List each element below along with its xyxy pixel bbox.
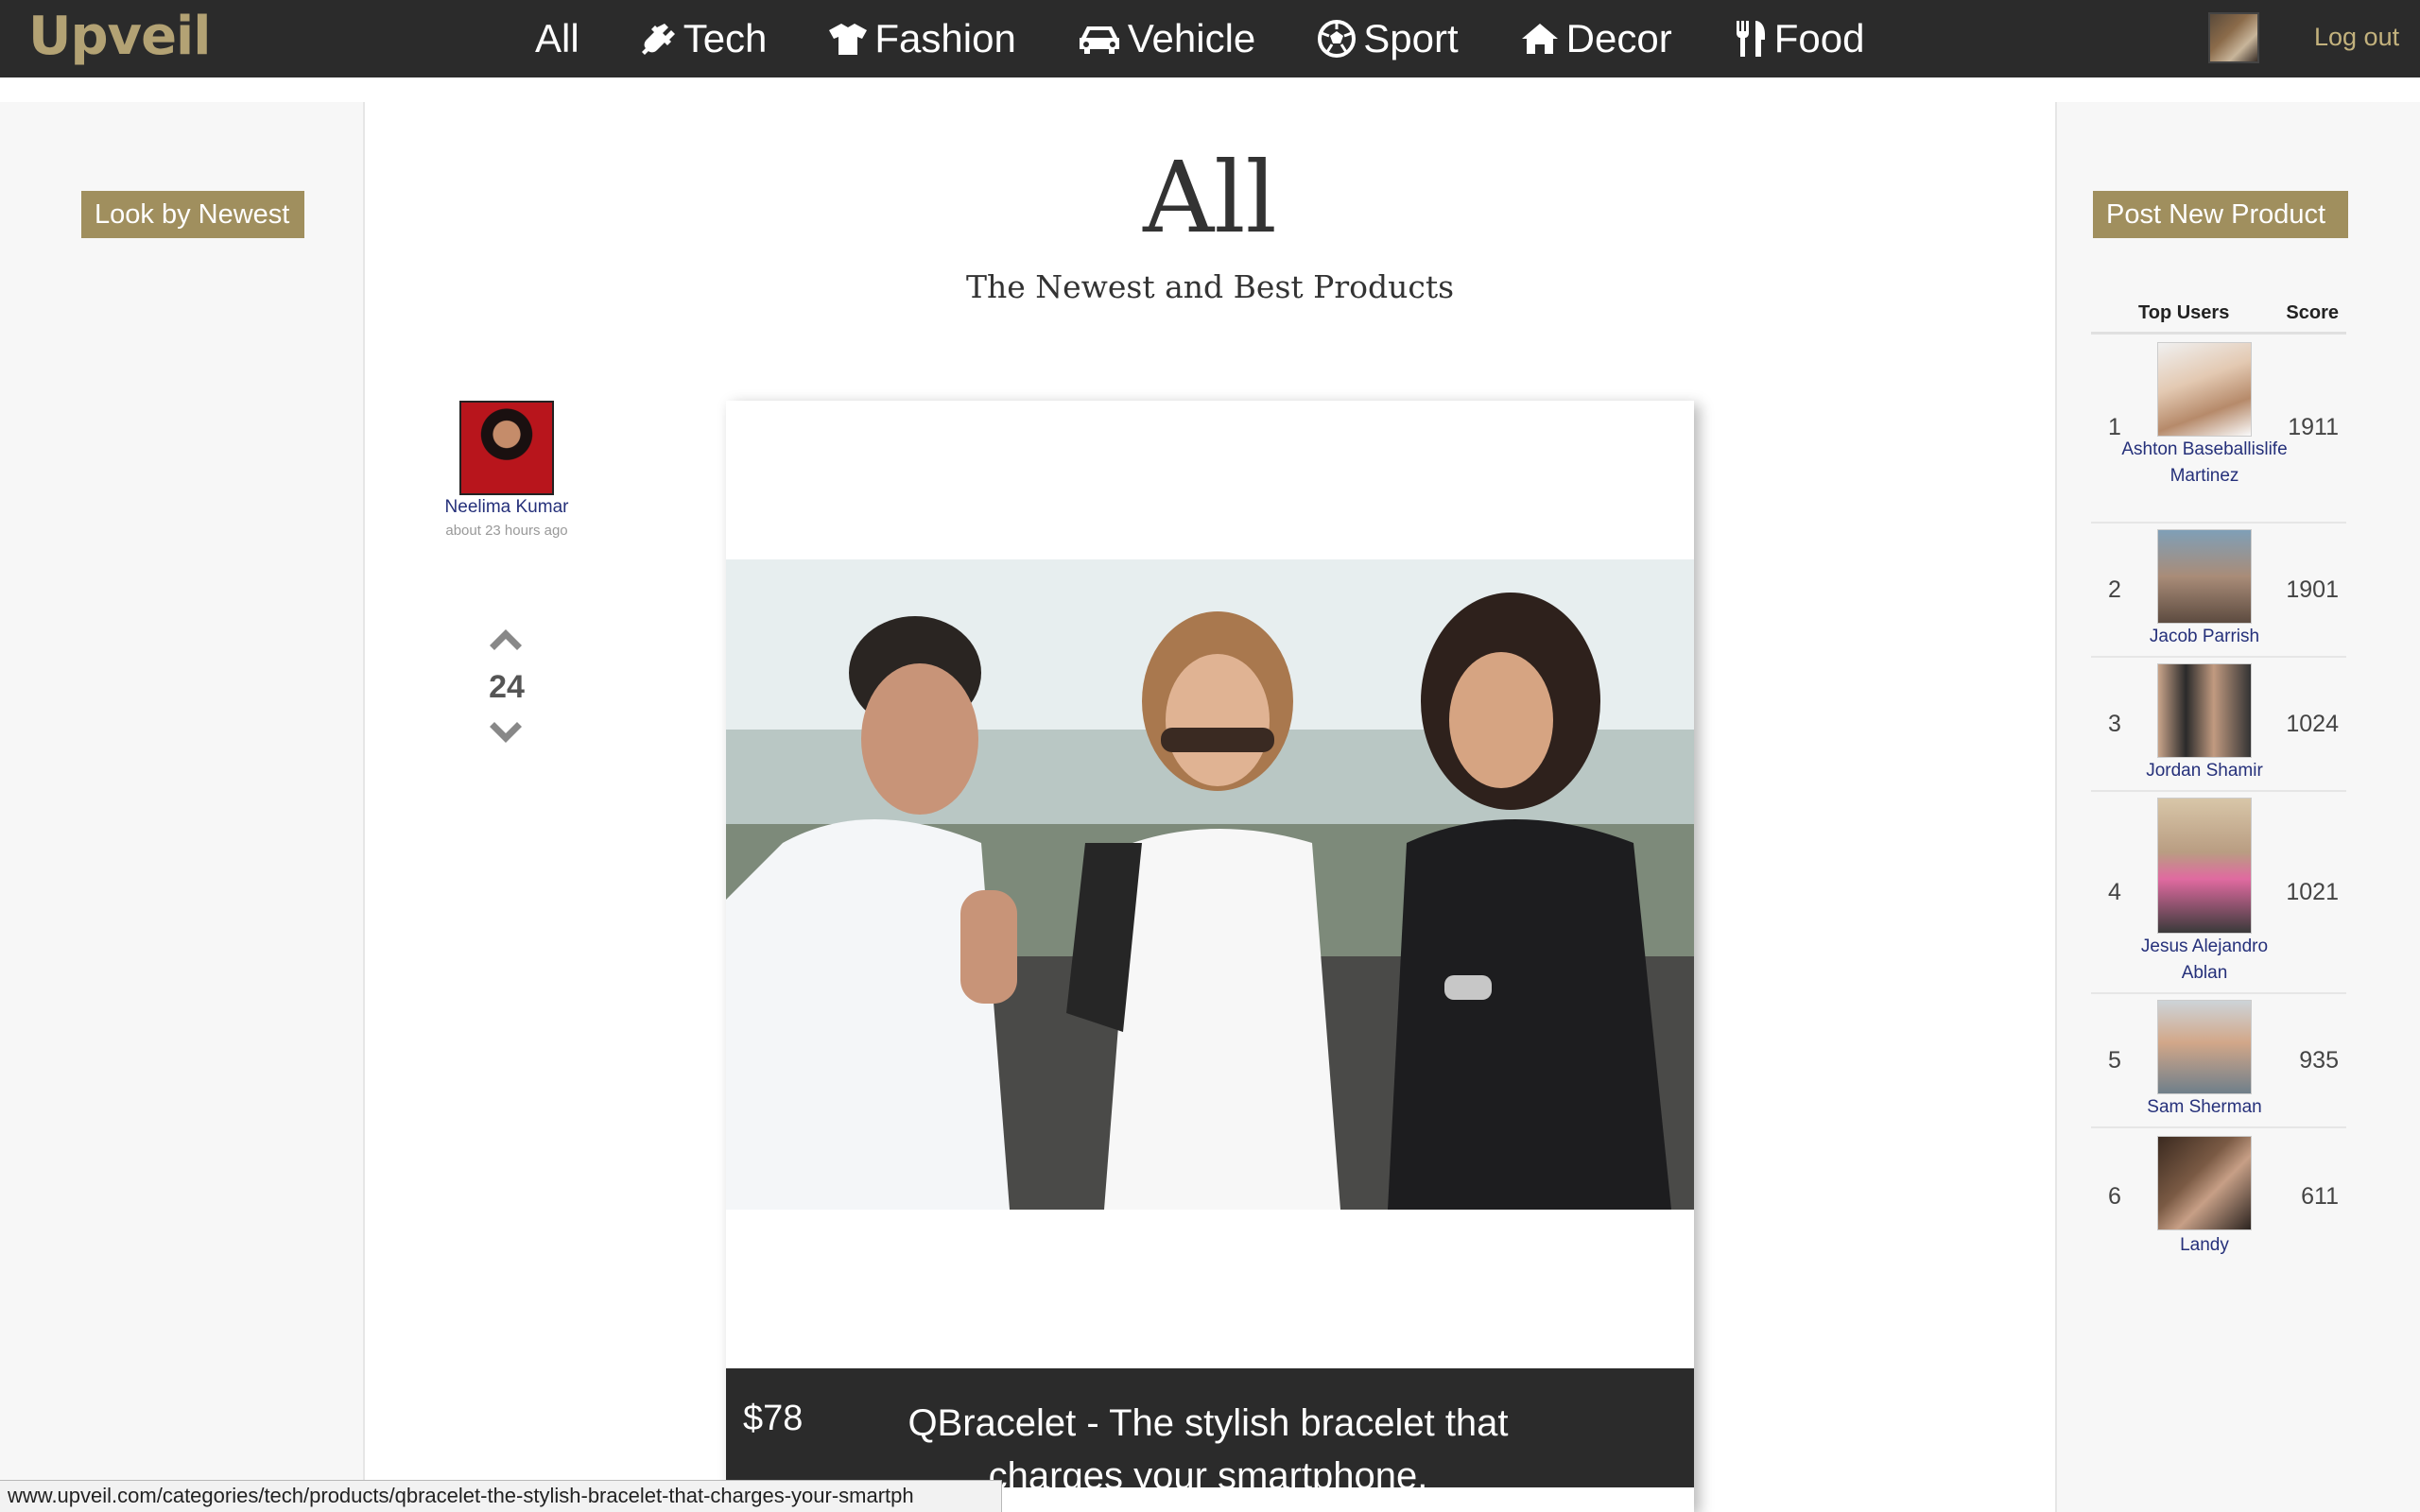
leaderboard-users-header: Top Users — [2138, 302, 2230, 323]
left-sidebar — [0, 102, 365, 1512]
downvote-chevron-icon[interactable] — [488, 718, 524, 745]
leaderboard-row: 5 Sam Sherman 935 — [2091, 994, 2346, 1128]
leaderboard-username[interactable]: Sam Sherman — [2119, 1094, 2290, 1121]
logout-link[interactable]: Log out — [2314, 23, 2399, 52]
leaderboard-score: 1024 — [2286, 711, 2339, 737]
nav-item-food[interactable]: Food — [1735, 16, 1865, 61]
leaderboard-username[interactable]: Jacob Parrish — [2119, 624, 2290, 650]
author-avatar[interactable] — [459, 401, 554, 495]
leaderboard-row: 6 Landy 611 — [2091, 1128, 2346, 1266]
leaderboard-username[interactable]: Landy — [2119, 1232, 2290, 1259]
nav-item-label: Fashion — [874, 16, 1016, 60]
top-navbar: Upveil All Tech Fashion Vehicle Sport De… — [0, 0, 2420, 77]
nav-item-label: Decor — [1565, 16, 1672, 60]
leaderboard-row: 1 Ashton Baseballislife Martinez 1911 — [2091, 336, 2346, 524]
leaderboard-row: 2 Jacob Parrish 1901 — [2091, 524, 2346, 658]
leaderboard-rank: 6 — [2108, 1183, 2121, 1210]
leaderboard-score-header: Score — [2286, 302, 2339, 323]
nav-item-label: All — [535, 16, 579, 60]
product-caption-bar[interactable]: $78 QBracelet - The stylish bracelet tha… — [726, 1368, 1694, 1497]
leaderboard-username[interactable]: Jordan Shamir — [2119, 758, 2290, 784]
soccer-ball-icon — [1318, 20, 1357, 58]
nav-item-label: Sport — [1363, 16, 1459, 60]
leaderboard-avatar[interactable] — [2157, 529, 2252, 624]
leaderboard-username[interactable]: Jesus Alejandro Ablan — [2119, 934, 2290, 987]
post-timestamp: about 23 hours ago — [445, 523, 568, 539]
leaderboard-row: 3 Jordan Shamir 1024 — [2091, 658, 2346, 792]
leaderboard-rank: 2 — [2108, 576, 2121, 603]
nav-item-fashion[interactable]: Fashion — [829, 16, 1016, 61]
leaderboard-avatar[interactable] — [2157, 1000, 2252, 1094]
upvote-chevron-icon[interactable] — [488, 627, 524, 654]
nav-item-vehicle[interactable]: Vehicle — [1079, 16, 1255, 61]
category-nav: All Tech Fashion Vehicle Sport Decor Foo… — [535, 0, 1927, 77]
author-name[interactable]: Neelima Kumar — [397, 497, 616, 518]
leaderboard-score: 1021 — [2286, 879, 2339, 905]
leaderboard-avatar[interactable] — [2157, 663, 2252, 758]
nav-item-decor[interactable]: Decor — [1521, 16, 1672, 61]
leaderboard-rank: 3 — [2108, 711, 2121, 737]
top-spacer — [0, 77, 2420, 102]
cutlery-icon — [1735, 20, 1767, 58]
product-card[interactable]: $78 QBracelet - The stylish bracelet tha… — [726, 401, 1694, 1512]
leaderboard-score: 935 — [2299, 1047, 2339, 1074]
nav-item-label: Vehicle — [1127, 16, 1256, 60]
brand-logo[interactable]: Upveil — [28, 6, 211, 67]
post-new-product-button[interactable]: Post New Product — [2093, 191, 2348, 238]
plug-icon — [641, 22, 676, 56]
leaderboard-header: Top Users Score — [2091, 299, 2346, 335]
leaderboard-row: 4 Jesus Alejandro Ablan 1021 — [2091, 792, 2346, 994]
leaderboard-score: 1911 — [2288, 414, 2339, 440]
nav-item-all[interactable]: All — [535, 16, 579, 61]
vote-count: 24 — [489, 669, 525, 705]
nav-item-label: Food — [1773, 16, 1865, 60]
product-image[interactable] — [726, 559, 1694, 1210]
page-title: All — [1143, 140, 1277, 255]
product-price: $78 — [743, 1399, 804, 1438]
sort-newest-button[interactable]: Look by Newest — [81, 191, 304, 238]
car-icon — [1079, 23, 1120, 55]
nav-item-sport[interactable]: Sport — [1318, 16, 1459, 61]
leaderboard-username[interactable]: Ashton Baseballislife Martinez — [2119, 437, 2290, 490]
leaderboard-rank: 5 — [2108, 1047, 2121, 1074]
link-status-bar: www.upveil.com/categories/tech/products/… — [0, 1480, 1002, 1512]
leaderboard-score: 611 — [2301, 1183, 2339, 1210]
leaderboard-avatar[interactable] — [2157, 798, 2252, 934]
leaderboard-avatar[interactable] — [2157, 1136, 2252, 1230]
user-avatar[interactable] — [2208, 12, 2259, 63]
shirt-icon — [829, 23, 868, 55]
nav-item-tech[interactable]: Tech — [641, 16, 768, 61]
leaderboard-score: 1901 — [2286, 576, 2339, 603]
home-icon — [1521, 23, 1559, 55]
leaderboard-avatar[interactable] — [2157, 342, 2252, 437]
leaderboard-rank: 4 — [2108, 879, 2121, 905]
nav-item-label: Tech — [683, 16, 768, 60]
page-subtitle: The Newest and Best Products — [965, 268, 1455, 305]
